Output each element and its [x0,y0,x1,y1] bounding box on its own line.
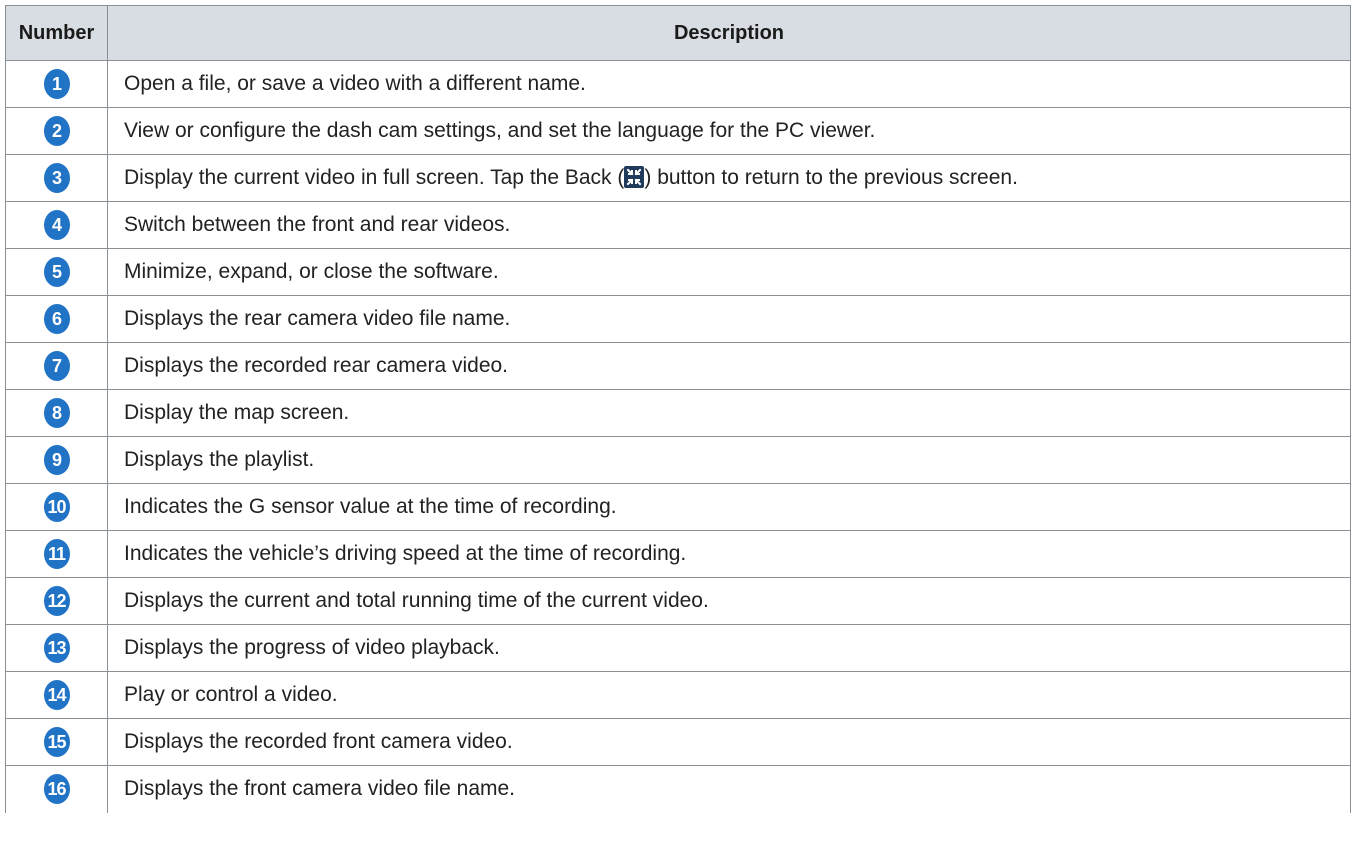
row-description: Minimize, expand, or close the software. [107,248,1351,296]
table-row: 10 Indicates the G sensor value at the t… [5,483,1351,531]
table-row: 16 Displays the front camera video file … [5,765,1351,813]
row-description: Open a file, or save a video with a diff… [107,60,1351,108]
table-row: 7 Displays the recorded rear camera vide… [5,342,1351,390]
row-description: Displays the rear camera video file name… [107,295,1351,343]
number-badge: 4 [43,210,70,240]
number-badge: 16 [43,774,70,805]
row-description: Displays the progress of video playback. [107,624,1351,672]
row-description: Indicates the vehicle’s driving speed at… [107,530,1351,578]
description-table: Number Description 1 Open a file, or sav… [5,5,1351,813]
number-badge: 5 [43,257,70,287]
row-description: Play or control a video. [107,671,1351,719]
row-text-after: ) button to return to the previous scree… [644,166,1018,189]
row-description: Switch between the front and rear videos… [107,201,1351,249]
number-badge: 6 [43,304,70,334]
number-badge: 13 [43,633,70,663]
table-row: 1 Open a file, or save a video with a di… [5,60,1351,108]
table-row: 6 Displays the rear camera video file na… [5,295,1351,343]
number-badge: 15 [43,727,70,757]
number-badge: 11 [43,539,70,569]
header-description: Description [107,5,1351,61]
table-row: 14 Play or control a video. [5,671,1351,719]
number-badge: 9 [43,445,70,475]
number-badge: 10 [43,492,70,522]
number-badge: 14 [43,680,70,710]
table-row: 11 Indicates the vehicle’s driving speed… [5,530,1351,578]
table-header-row: Number Description [5,5,1351,61]
table-row: 8 Display the map screen. [5,389,1351,437]
row-description: Displays the recorded rear camera video. [107,342,1351,390]
number-badge: 12 [43,586,70,616]
row-description: Display the current video in full screen… [107,154,1351,202]
row-description: Displays the current and total running t… [107,577,1351,625]
number-badge: 1 [43,69,70,99]
row-description: View or configure the dash cam settings,… [107,107,1351,155]
table-row: 13 Displays the progress of video playba… [5,624,1351,672]
table-row: 5 Minimize, expand, or close the softwar… [5,248,1351,296]
row-description: Displays the recorded front camera video… [107,718,1351,766]
table-row: 3 Display the current video in full scre… [5,154,1351,202]
number-badge: 2 [43,116,70,146]
number-badge: 8 [43,398,70,428]
row-description: Displays the playlist. [107,436,1351,484]
row-description: Display the map screen. [107,389,1351,437]
row-description: Indicates the G sensor value at the time… [107,483,1351,531]
row-description: Displays the front camera video file nam… [107,765,1351,813]
number-badge: 3 [43,163,70,193]
table-row: 2 View or configure the dash cam setting… [5,107,1351,155]
header-number: Number [5,5,108,61]
table-row: 9 Displays the playlist. [5,436,1351,484]
table-row: 12 Displays the current and total runnin… [5,577,1351,625]
table-row: 15 Displays the recorded front camera vi… [5,718,1351,766]
table-row: 4 Switch between the front and rear vide… [5,201,1351,249]
row-text-before: Display the current video in full screen… [124,166,625,189]
exit-fullscreen-icon [624,166,645,188]
number-badge: 7 [43,351,70,381]
